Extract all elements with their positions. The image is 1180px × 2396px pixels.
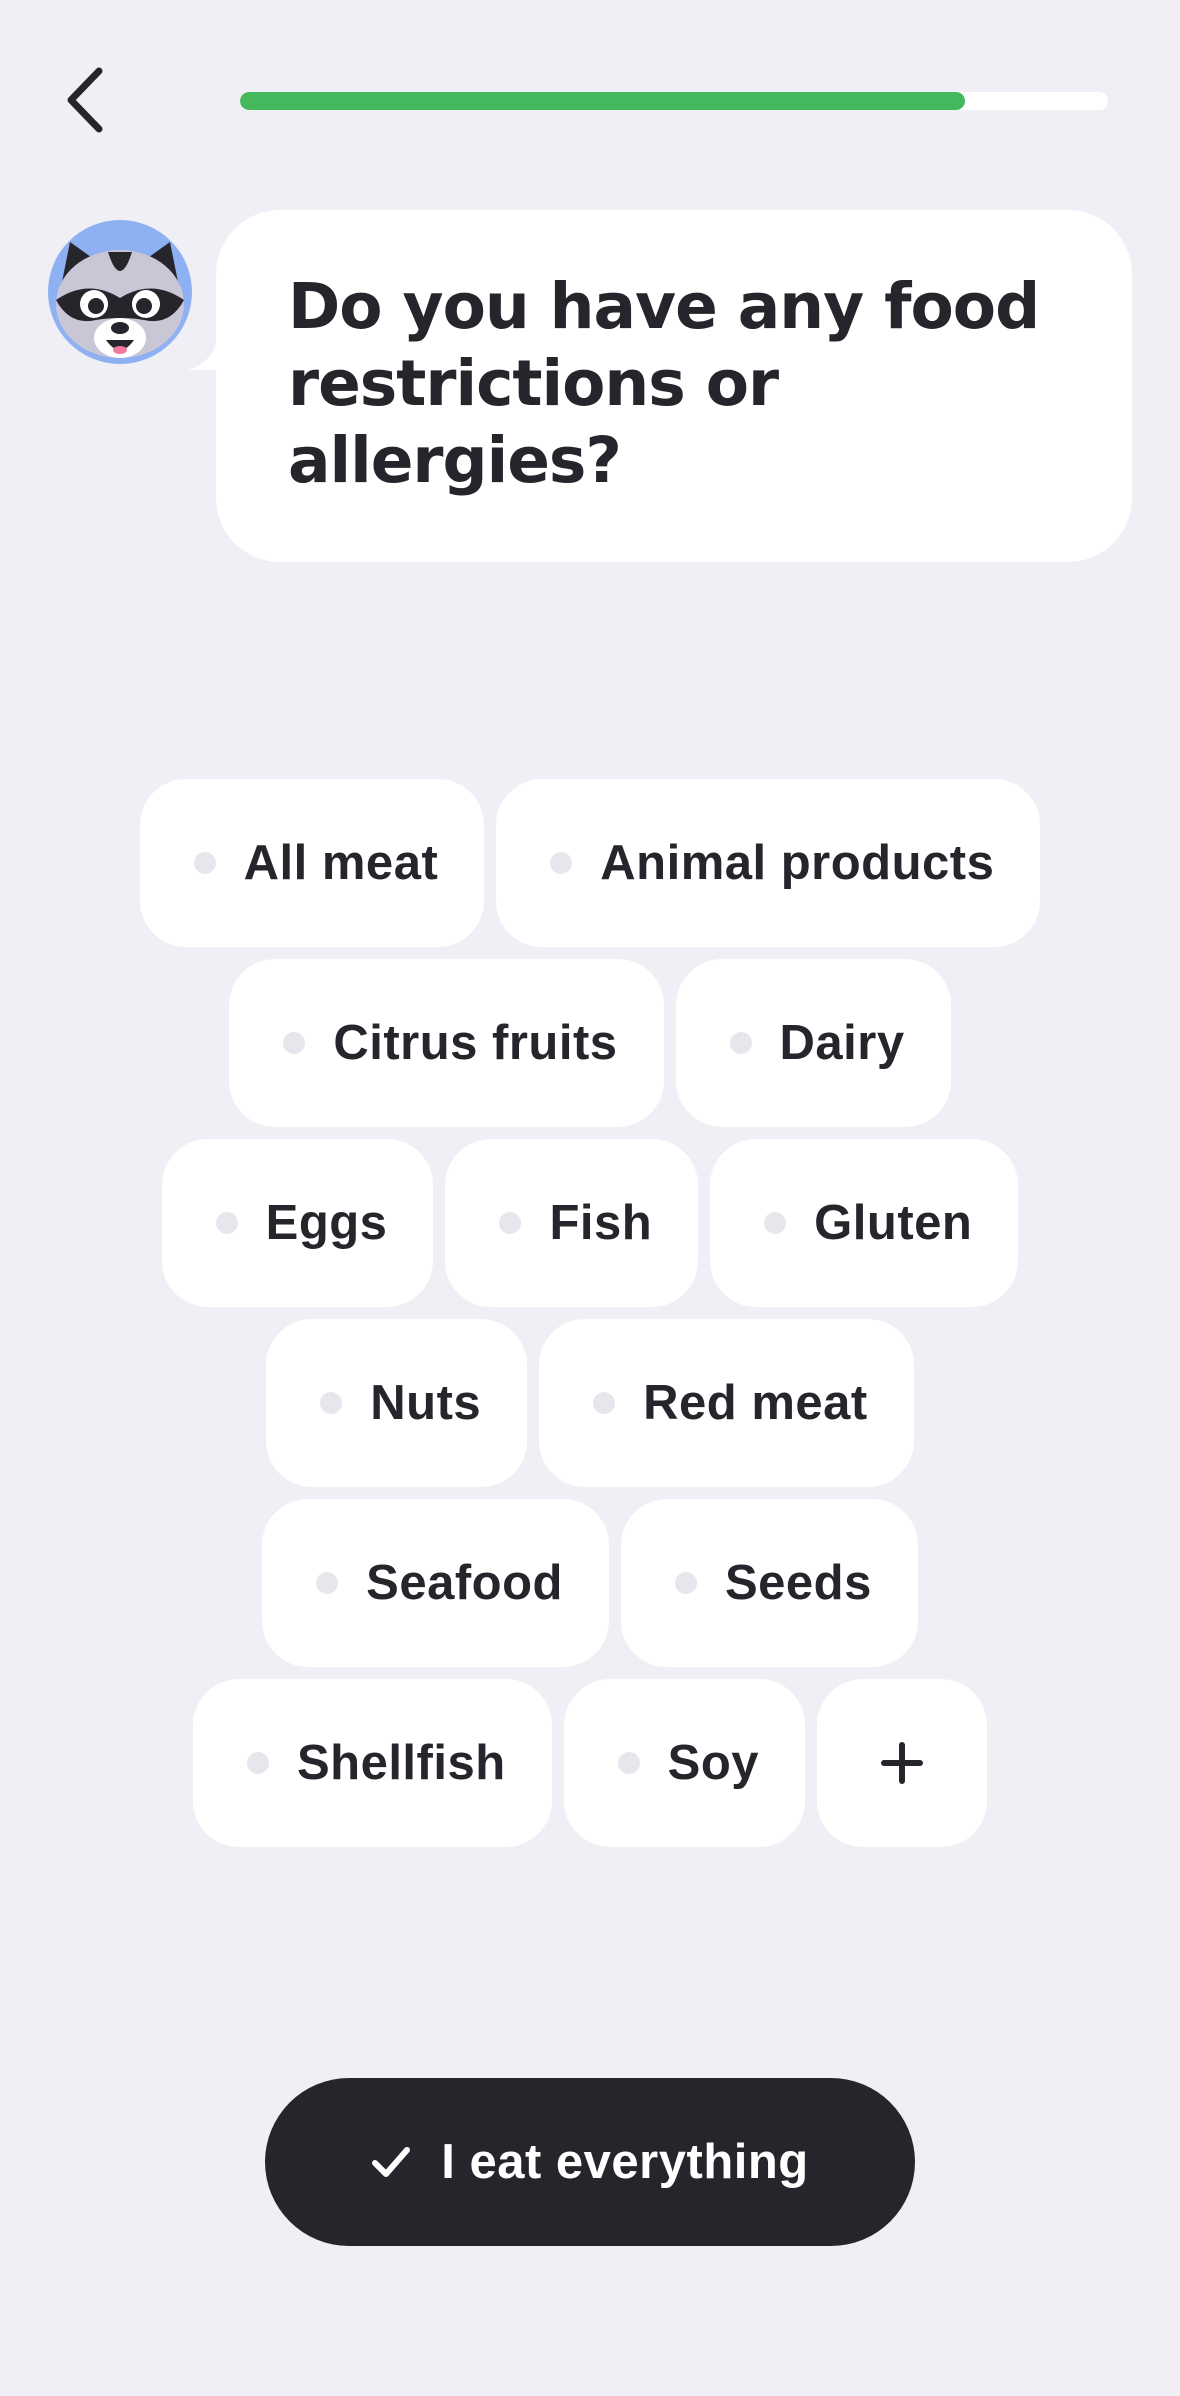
option-chip[interactable]: Soy	[563, 1679, 806, 1847]
option-label: Nuts	[370, 1376, 482, 1430]
add-option-button[interactable]	[817, 1679, 988, 1847]
unselected-dot-icon	[593, 1392, 616, 1414]
chevron-left-icon	[67, 67, 103, 133]
option-row: Seafood Seeds	[0, 1499, 1180, 1667]
option-label: All meat	[243, 836, 439, 890]
option-label: Citrus fruits	[333, 1016, 618, 1070]
unselected-dot-icon	[193, 852, 216, 874]
option-chip[interactable]: Eggs	[161, 1139, 434, 1307]
question-bubble: Do you have any food restrictions or all…	[216, 210, 1132, 562]
option-row: All meat Animal products	[0, 779, 1180, 947]
unselected-dot-icon	[283, 1032, 306, 1054]
raccoon-avatar-icon	[48, 220, 192, 364]
unselected-dot-icon	[617, 1752, 640, 1774]
unselected-dot-icon	[764, 1212, 787, 1234]
unselected-dot-icon	[499, 1212, 522, 1234]
option-chip[interactable]: Animal products	[496, 779, 1041, 947]
restriction-options: All meat Animal products Citrus fruits Dair…	[0, 779, 1180, 1859]
option-chip[interactable]: Red meat	[539, 1319, 914, 1487]
unselected-dot-icon	[215, 1212, 238, 1234]
option-chip[interactable]: Fish	[445, 1139, 699, 1307]
unselected-dot-icon	[550, 852, 573, 874]
check-icon	[371, 2145, 411, 2179]
option-chip[interactable]: Nuts	[266, 1319, 528, 1487]
option-chip[interactable]: All meat	[139, 779, 485, 947]
progress-fill	[240, 92, 965, 110]
unselected-dot-icon	[246, 1752, 269, 1774]
eat-everything-button[interactable]: I eat everything	[265, 2078, 915, 2246]
eat-everything-label: I eat everything	[441, 2135, 809, 2189]
option-chip[interactable]: Gluten	[710, 1139, 1019, 1307]
option-label: Seafood	[366, 1556, 563, 1610]
option-label: Eggs	[265, 1196, 388, 1250]
option-label: Fish	[549, 1196, 653, 1250]
option-row: Nuts Red meat	[0, 1319, 1180, 1487]
option-label: Shellfish	[296, 1736, 506, 1790]
option-label: Gluten	[814, 1196, 973, 1250]
option-chip[interactable]: Seeds	[620, 1499, 918, 1667]
option-label: Soy	[667, 1736, 760, 1790]
unselected-dot-icon	[729, 1032, 752, 1054]
option-chip[interactable]: Dairy	[675, 959, 951, 1127]
option-label: Seeds	[724, 1556, 872, 1610]
option-row: Eggs Fish Gluten	[0, 1139, 1180, 1307]
option-label: Animal products	[600, 836, 995, 890]
option-label: Red meat	[643, 1376, 868, 1430]
option-label: Dairy	[779, 1016, 905, 1070]
option-chip[interactable]: Citrus fruits	[229, 959, 664, 1127]
progress-bar	[240, 92, 1108, 110]
back-button[interactable]	[55, 60, 115, 140]
option-row: Shellfish Soy	[0, 1679, 1180, 1847]
unselected-dot-icon	[320, 1392, 343, 1414]
question-title: Do you have any food restrictions or all…	[288, 270, 1040, 497]
unselected-dot-icon	[316, 1572, 339, 1594]
unselected-dot-icon	[674, 1572, 697, 1594]
plus-icon	[881, 1742, 924, 1784]
option-row: Citrus fruits Dairy	[0, 959, 1180, 1127]
option-chip[interactable]: Seafood	[262, 1499, 609, 1667]
option-chip[interactable]: Shellfish	[192, 1679, 552, 1847]
